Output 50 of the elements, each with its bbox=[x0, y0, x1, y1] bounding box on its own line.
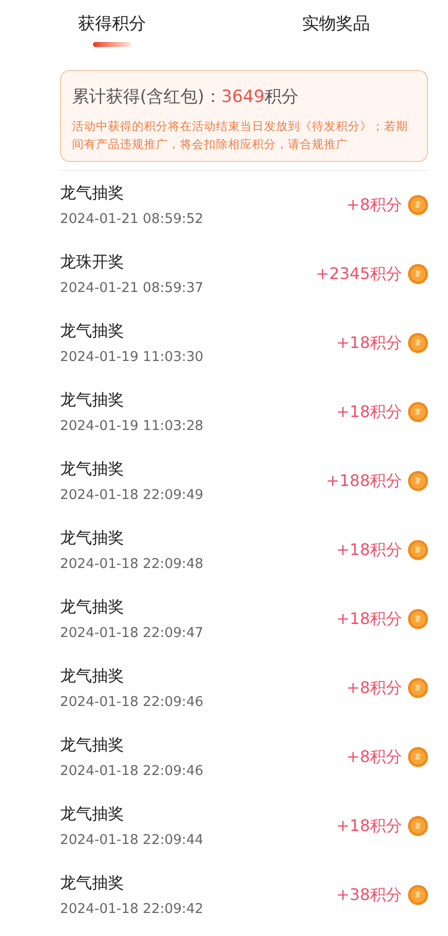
coin-icon bbox=[408, 333, 428, 353]
points-amount: +8积分 bbox=[346, 677, 402, 699]
record-time: 2024-01-21 08:59:37 bbox=[60, 279, 204, 297]
record-time: 2024-01-19 11:03:30 bbox=[60, 348, 204, 366]
points-amount: +18积分 bbox=[336, 608, 402, 630]
points-amount: +18积分 bbox=[336, 332, 402, 354]
record-title: 龙气抽奖 bbox=[60, 734, 125, 756]
notice-text: 活动中获得的积分将在活动结束当日发放到《待发积分》；若期间有产品违规推广，将会扣除相应积分，请合规推广 bbox=[72, 118, 409, 152]
coin-icon bbox=[408, 885, 428, 905]
points-amount: +8积分 bbox=[346, 194, 402, 216]
coin-icon bbox=[408, 747, 428, 767]
coin-icon bbox=[408, 195, 428, 215]
record-title: 龙气抽奖 bbox=[60, 320, 125, 342]
tab[interactable]: 实物奖品 bbox=[224, 0, 448, 52]
record-time: 2024-01-18 22:09:46 bbox=[60, 693, 204, 711]
record-title: 龙气抽奖 bbox=[60, 527, 125, 549]
record-time: 2024-01-18 22:09:46 bbox=[60, 762, 204, 780]
record-title: 龙气抽奖 bbox=[60, 458, 125, 480]
summary-unit: 积分 bbox=[264, 87, 299, 107]
points-amount: +18积分 bbox=[336, 815, 402, 837]
summary-label: 累计获得(含红包)： bbox=[72, 87, 222, 107]
coin-icon bbox=[408, 471, 428, 491]
record-time: 2024-01-18 22:09:44 bbox=[60, 831, 204, 849]
record-time: 2024-01-18 22:09:47 bbox=[60, 624, 204, 642]
points-amount: +8积分 bbox=[346, 746, 402, 768]
record-title: 龙气抽奖 bbox=[60, 803, 125, 825]
record-time: 2024-01-18 22:09:49 bbox=[60, 486, 204, 504]
record-title: 龙气抽奖 bbox=[60, 182, 125, 204]
record-time: 2024-01-19 11:03:28 bbox=[60, 417, 204, 435]
points-amount: +38积分 bbox=[336, 884, 402, 906]
coin-icon bbox=[408, 678, 428, 698]
coin-icon bbox=[408, 402, 428, 422]
coin-icon bbox=[408, 609, 428, 629]
record-time: 2024-01-21 08:59:52 bbox=[60, 210, 204, 228]
record-title: 龙气抽奖 bbox=[60, 389, 125, 411]
points-amount: +18积分 bbox=[336, 401, 402, 423]
points-amount: +2345积分 bbox=[316, 263, 402, 285]
tab[interactable]: 获得积分 bbox=[0, 0, 224, 52]
record-time: 2024-01-18 22:09:48 bbox=[60, 555, 204, 573]
record-time: 2024-01-18 22:09:42 bbox=[60, 900, 204, 918]
record-title: 龙气抽奖 bbox=[60, 596, 125, 618]
summary-value: 3649 bbox=[221, 87, 265, 107]
coin-icon bbox=[408, 540, 428, 560]
record-title: 龙气抽奖 bbox=[60, 872, 125, 894]
coin-icon bbox=[408, 264, 428, 284]
points-amount: +18积分 bbox=[336, 539, 402, 561]
coin-icon bbox=[408, 816, 428, 836]
points-amount: +188积分 bbox=[326, 470, 402, 492]
record-title: 龙珠开奖 bbox=[60, 251, 125, 273]
record-title: 龙气抽奖 bbox=[60, 665, 125, 687]
